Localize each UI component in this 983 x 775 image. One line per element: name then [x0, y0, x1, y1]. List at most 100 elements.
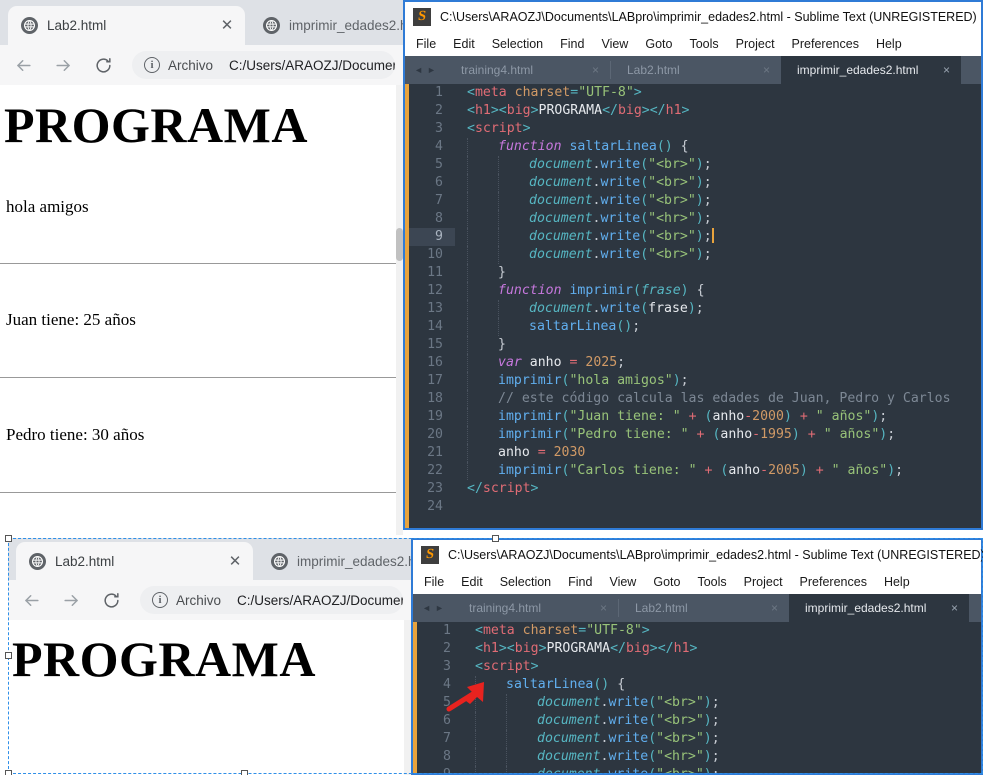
editor-tab-imprimir-edades2[interactable]: imprimir_edades2.html × — [781, 56, 961, 84]
code-line-text[interactable]: document.write("<br>"); — [463, 730, 981, 748]
code-line-text[interactable]: document.write("<br>"); — [455, 192, 981, 210]
code-line-text[interactable]: <meta charset="UTF-8"> — [463, 622, 981, 640]
close-icon[interactable]: × — [592, 63, 599, 77]
code-line[interactable]: 24 — [409, 498, 981, 516]
close-icon[interactable]: × — [600, 601, 607, 615]
code-line[interactable]: 12 function imprimir(frase) { — [409, 282, 981, 300]
chevron-right-icon[interactable]: ► — [435, 603, 444, 613]
chevron-left-icon[interactable]: ◄ — [414, 65, 423, 75]
close-icon[interactable]: ✕ — [219, 18, 235, 34]
code-line[interactable]: 3 <script> — [417, 658, 981, 676]
menu-selection[interactable]: Selection — [500, 573, 560, 591]
code-line[interactable]: 1 <meta charset="UTF-8"> — [409, 84, 981, 102]
code-line[interactable]: 8 document.write("<hr>"); — [417, 748, 981, 766]
code-line[interactable]: 5 document.write("<br>"); — [409, 156, 981, 174]
browser-tab-imprimir-edades2[interactable]: imprimir_edades2.htm — [250, 6, 403, 45]
code-line[interactable]: 7 document.write("<br>"); — [417, 730, 981, 748]
menu-project[interactable]: Project — [744, 573, 792, 591]
menu-file[interactable]: File — [416, 35, 445, 53]
code-line[interactable]: 4 saltarLinea() { — [417, 676, 981, 694]
code-line[interactable]: 3 <script> — [409, 120, 981, 138]
code-line-text[interactable]: document.write("<hr>"); — [463, 748, 981, 766]
close-icon[interactable]: ✕ — [227, 553, 243, 569]
close-icon[interactable]: × — [951, 601, 958, 615]
code-line-text[interactable]: } — [455, 336, 981, 354]
code-line-text[interactable]: <script> — [455, 120, 981, 138]
code-editor-top[interactable]: 1 <meta charset="UTF-8"> 2 <h1><big>PROGRAM… — [405, 84, 981, 528]
code-line[interactable]: 2 <h1><big>PROGRAMA</big></h1> — [417, 640, 981, 658]
page-scrollbar-thumb[interactable] — [396, 228, 403, 261]
menu-tools[interactable]: Tools — [689, 35, 727, 53]
tab-scroll-arrows[interactable]: ◄ ► — [413, 594, 453, 622]
selection-handle-bottom-center[interactable] — [241, 770, 248, 775]
code-line-text[interactable]: document.write("<br>"); — [463, 712, 981, 730]
forward-arrow-icon[interactable] — [54, 583, 88, 617]
code-line[interactable]: 1 <meta charset="UTF-8"> — [417, 622, 981, 640]
tab-scroll-arrows[interactable]: ◄ ► — [405, 56, 445, 84]
menu-preferences[interactable]: Preferences — [800, 573, 876, 591]
code-lines-container[interactable]: 1 <meta charset="UTF-8"> 2 <h1><big>PROGRAM… — [417, 622, 981, 773]
code-line[interactable]: 13 document.write(frase); — [409, 300, 981, 318]
selection-handle-bottom-left[interactable] — [5, 770, 12, 775]
code-line[interactable]: 6 document.write("<br>"); — [409, 174, 981, 192]
code-line-text[interactable]: var anho = 2025; — [455, 354, 981, 372]
code-line-text[interactable]: } — [455, 264, 981, 282]
code-line-text[interactable]: document.write("<hr>"); — [455, 210, 981, 228]
code-line[interactable]: 4 function saltarLinea() { — [409, 138, 981, 156]
forward-arrow-icon[interactable] — [46, 48, 80, 82]
editor-tab-training4[interactable]: training4.html × — [445, 56, 610, 84]
menu-view[interactable]: View — [601, 35, 637, 53]
menu-preferences[interactable]: Preferences — [792, 35, 868, 53]
menu-goto[interactable]: Goto — [653, 573, 689, 591]
selection-handle-top-left[interactable] — [5, 535, 12, 542]
code-line-text[interactable]: document.write("<br>"); — [463, 694, 981, 712]
code-line[interactable]: 6 document.write("<br>"); — [417, 712, 981, 730]
menu-file[interactable]: File — [424, 573, 453, 591]
browser-tab-lab2[interactable]: Lab2.html ✕ — [8, 6, 245, 45]
code-line[interactable]: 9 document.write("<br>"); — [417, 766, 981, 773]
code-line[interactable]: 10 document.write("<br>"); — [409, 246, 981, 264]
code-line[interactable]: 15} — [409, 336, 981, 354]
menu-tools[interactable]: Tools — [697, 573, 735, 591]
reload-icon[interactable] — [86, 48, 120, 82]
chevron-left-icon[interactable]: ◄ — [422, 603, 431, 613]
info-circle-icon[interactable]: i — [152, 592, 168, 608]
code-line-text[interactable]: <script> — [463, 658, 981, 676]
menu-selection[interactable]: Selection — [492, 35, 552, 53]
editor-tab-lab2[interactable]: Lab2.html × — [611, 56, 781, 84]
menu-find[interactable]: Find — [560, 35, 593, 53]
code-line[interactable]: 16 var anho = 2025; — [409, 354, 981, 372]
code-line[interactable]: 18 // este código calcula las edades de J… — [409, 390, 981, 408]
code-line-text[interactable]: document.write("<br>"); — [455, 246, 981, 264]
chevron-right-icon[interactable]: ► — [427, 65, 436, 75]
address-bar[interactable]: i Archivo C:/Users/ARAOZJ/Documents/L. — [140, 586, 403, 614]
code-editor-bottom[interactable]: 1 <meta charset="UTF-8"> 2 <h1><big>PROGRAM… — [413, 622, 981, 773]
code-line-text[interactable]: <h1><big>PROGRAMA</big></h1> — [455, 102, 981, 120]
code-line-text[interactable]: </script> — [455, 480, 981, 498]
code-line-text[interactable]: document.write(frase); — [455, 300, 981, 318]
code-line[interactable]: 11} — [409, 264, 981, 282]
selection-handle-top-center[interactable] — [492, 535, 499, 542]
code-line[interactable]: 21 anho = 2030 — [409, 444, 981, 462]
menu-help[interactable]: Help — [876, 35, 911, 53]
code-line-text[interactable]: imprimir("hola amigos"); — [455, 372, 981, 390]
page-scrollbar-track[interactable] — [396, 85, 403, 535]
code-line[interactable]: 20 imprimir("Pedro tiene: " + (anho-1995)… — [409, 426, 981, 444]
code-line-text[interactable]: anho = 2030 — [455, 444, 981, 462]
code-line[interactable]: 22 imprimir("Carlos tiene: " + (anho-2005… — [409, 462, 981, 480]
editor-tab-lab2[interactable]: Lab2.html × — [619, 594, 789, 622]
menu-view[interactable]: View — [609, 573, 645, 591]
code-line-text[interactable]: imprimir("Carlos tiene: " + (anho-2005) … — [455, 462, 981, 480]
code-line-text[interactable]: saltarLinea(); — [455, 318, 981, 336]
back-arrow-icon[interactable] — [14, 583, 48, 617]
code-line[interactable]: 8 document.write("<hr>"); — [409, 210, 981, 228]
menu-help[interactable]: Help — [884, 573, 919, 591]
code-line-text[interactable]: imprimir("Juan tiene: " + (anho-2000) + … — [455, 408, 981, 426]
page-scrollbar-track[interactable] — [404, 620, 411, 775]
code-line[interactable]: 17 imprimir("hola amigos"); — [409, 372, 981, 390]
code-line[interactable]: 19 imprimir("Juan tiene: " + (anho-2000) … — [409, 408, 981, 426]
code-line-text[interactable]: document.write("<br>"); — [463, 766, 981, 773]
code-line-text[interactable]: function imprimir(frase) { — [455, 282, 981, 300]
code-line-text[interactable]: document.write("<br>"); — [455, 228, 981, 246]
code-line-text[interactable]: imprimir("Pedro tiene: " + (anho-1995) +… — [455, 426, 981, 444]
